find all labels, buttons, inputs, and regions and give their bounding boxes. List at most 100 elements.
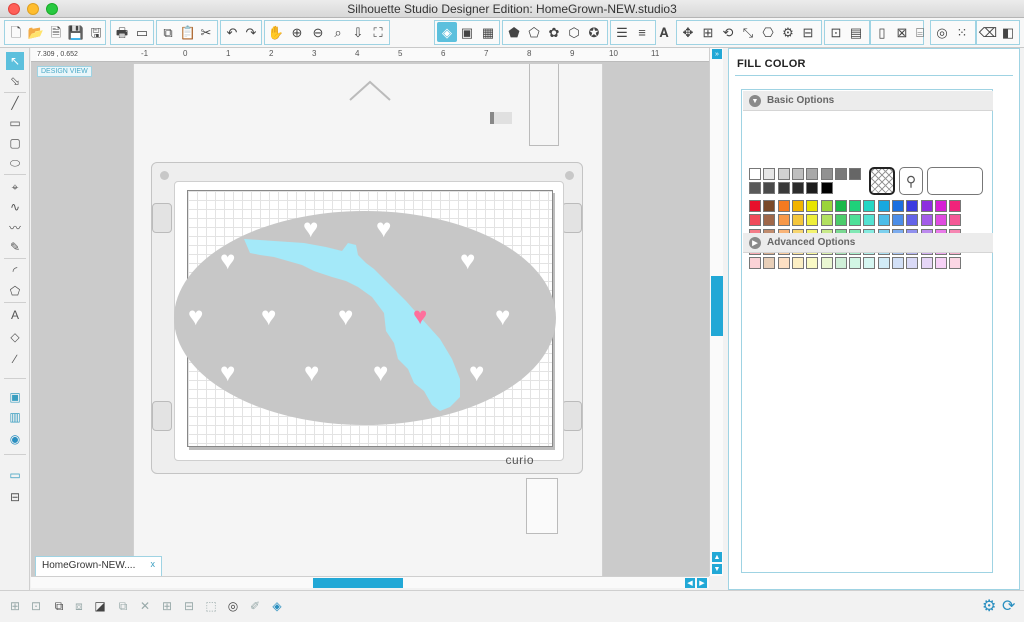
print-and-cut-icon[interactable]: ⊠	[892, 22, 912, 42]
line-style-icon[interactable]: ✪	[584, 22, 604, 42]
color-swatch[interactable]	[877, 200, 890, 212]
ungroup-icon[interactable]: ⊡	[27, 597, 45, 615]
color-swatch[interactable]	[791, 257, 804, 270]
color-swatch[interactable]	[892, 200, 904, 212]
color-swatch[interactable]	[949, 214, 962, 227]
pan-hand-icon[interactable]: ✋	[266, 22, 286, 42]
polygon-tool-icon[interactable]: ⌖	[6, 178, 24, 196]
color-swatch[interactable]	[849, 257, 862, 270]
heart-shape[interactable]: ♥	[303, 215, 318, 241]
weld-shapes-icon[interactable]: ⊞	[158, 597, 176, 615]
color-swatch[interactable]	[820, 168, 833, 180]
color-swatch[interactable]	[749, 168, 761, 180]
color-swatch[interactable]	[763, 214, 776, 227]
expand-panel-icon[interactable]: »	[712, 49, 722, 59]
basic-options-header[interactable]: ▼ Basic Options	[743, 91, 993, 111]
regular-polygon-tool-icon[interactable]: ⬠	[6, 282, 24, 300]
color-swatch[interactable]	[949, 200, 962, 212]
color-swatch[interactable]	[791, 200, 804, 212]
text-style-icon[interactable]: 𝐀	[654, 22, 674, 42]
cut-icon[interactable]: ✂	[196, 22, 216, 42]
color-swatch[interactable]	[820, 214, 833, 227]
settings-gear-icon[interactable]: ⚙	[982, 596, 996, 616]
print-icon[interactable]: 🖶	[112, 22, 132, 42]
modify-icon[interactable]: ⚙	[778, 22, 798, 42]
color-swatch[interactable]	[749, 257, 761, 270]
color-swatch[interactable]	[763, 182, 776, 195]
color-swatch[interactable]	[892, 257, 904, 270]
scroll-left-icon[interactable]: ◀	[685, 578, 695, 588]
new-file-icon[interactable]: 🗋	[6, 22, 26, 42]
close-tab-icon[interactable]: x	[151, 559, 156, 569]
color-swatch[interactable]	[791, 168, 804, 180]
color-swatch[interactable]	[834, 168, 847, 180]
color-swatch[interactable]	[791, 182, 804, 195]
fit-to-page-icon[interactable]: ⛶	[368, 22, 388, 42]
color-swatch[interactable]	[920, 200, 933, 212]
send-to-device-icon[interactable]: ▯	[872, 22, 892, 42]
scroll-up-icon[interactable]: ▲	[712, 552, 722, 562]
open-file-icon[interactable]: 📂	[26, 22, 46, 42]
color-swatch[interactable]	[877, 257, 890, 270]
trace-icon[interactable]: ⊡	[826, 22, 846, 42]
ellipse-tool-icon[interactable]: ⬭	[6, 154, 24, 172]
heart-shape[interactable]: ♥	[460, 247, 475, 273]
no-fill-swatch[interactable]	[869, 167, 895, 195]
send-icon[interactable]: ▭	[132, 22, 152, 42]
line-color-icon[interactable]: ⬠	[524, 22, 544, 42]
delete-icon[interactable]: ✕	[136, 597, 154, 615]
color-swatch[interactable]	[906, 200, 919, 212]
move-icon[interactable]: ✥	[678, 22, 698, 42]
heart-shape[interactable]: ♥	[304, 359, 319, 385]
vertical-scroll-thumb[interactable]	[711, 276, 723, 336]
color-swatch[interactable]	[834, 200, 847, 212]
gradient-icon[interactable]: ✿	[544, 22, 564, 42]
media-sheet[interactable]: ♥ ♥ ♥ ♥ ♥ ♥ ♥ ♥ ♥ ♥ ♥ ♥ ♥	[174, 190, 556, 447]
color-swatch[interactable]	[777, 200, 790, 212]
color-swatch[interactable]	[749, 214, 761, 227]
edit-points-icon[interactable]: ⬂	[6, 72, 24, 90]
library-icon[interactable]: ▥	[6, 408, 24, 426]
open-recent-icon[interactable]: 🗎	[46, 22, 66, 42]
color-swatch[interactable]	[906, 257, 919, 270]
color-swatch[interactable]	[749, 182, 761, 195]
bring-forward-icon[interactable]: ◪	[91, 597, 109, 615]
color-swatch[interactable]	[806, 257, 819, 270]
color-swatch[interactable]	[777, 168, 790, 180]
rounded-rectangle-tool-icon[interactable]: ▢	[6, 134, 24, 152]
scroll-right-icon[interactable]: ▶	[697, 578, 707, 588]
redo-icon[interactable]: ↷	[241, 22, 261, 42]
color-swatch[interactable]	[834, 257, 847, 270]
color-swatch[interactable]	[777, 182, 790, 195]
color-swatch[interactable]	[906, 214, 919, 227]
store-globe-icon[interactable]: ◉	[6, 430, 24, 448]
color-swatch[interactable]	[920, 257, 933, 270]
paste-icon[interactable]: 📋	[178, 22, 198, 42]
heart-shape[interactable]: ♥	[376, 215, 391, 241]
color-swatch[interactable]	[834, 214, 847, 227]
vertical-scrollbar[interactable]: » ▲ ▼	[709, 48, 723, 576]
color-swatch[interactable]	[806, 214, 819, 227]
heart-shape-pink[interactable]: ♥	[413, 305, 427, 329]
horizontal-scroll-thumb[interactable]	[313, 578, 403, 588]
eraser-tool-icon[interactable]: ◇	[6, 328, 24, 346]
color-swatch[interactable]	[949, 257, 962, 270]
layers-icon[interactable]: ◈	[268, 597, 286, 615]
color-swatch[interactable]	[849, 168, 862, 180]
replicate-icon[interactable]: ⎔	[758, 22, 778, 42]
duplicate-icon[interactable]: ⧉	[114, 597, 132, 615]
save-as-icon[interactable]: 🖫	[86, 22, 106, 42]
knife-icon[interactable]: ◎	[932, 22, 952, 42]
color-swatch[interactable]	[934, 214, 947, 227]
store-icon[interactable]: ▤	[846, 22, 866, 42]
heart-shape[interactable]: ♥	[220, 359, 235, 385]
heart-shape[interactable]: ♥	[495, 303, 510, 329]
color-swatch[interactable]	[806, 182, 819, 195]
color-swatch[interactable]	[791, 214, 804, 227]
color-swatch[interactable]	[863, 214, 876, 227]
undo-icon[interactable]: ↶	[222, 22, 242, 42]
heart-shape[interactable]: ♥	[220, 247, 235, 273]
save-icon[interactable]: 💾	[66, 22, 86, 42]
scale-icon[interactable]: ⤡	[738, 22, 758, 42]
color-swatch[interactable]	[820, 200, 833, 212]
